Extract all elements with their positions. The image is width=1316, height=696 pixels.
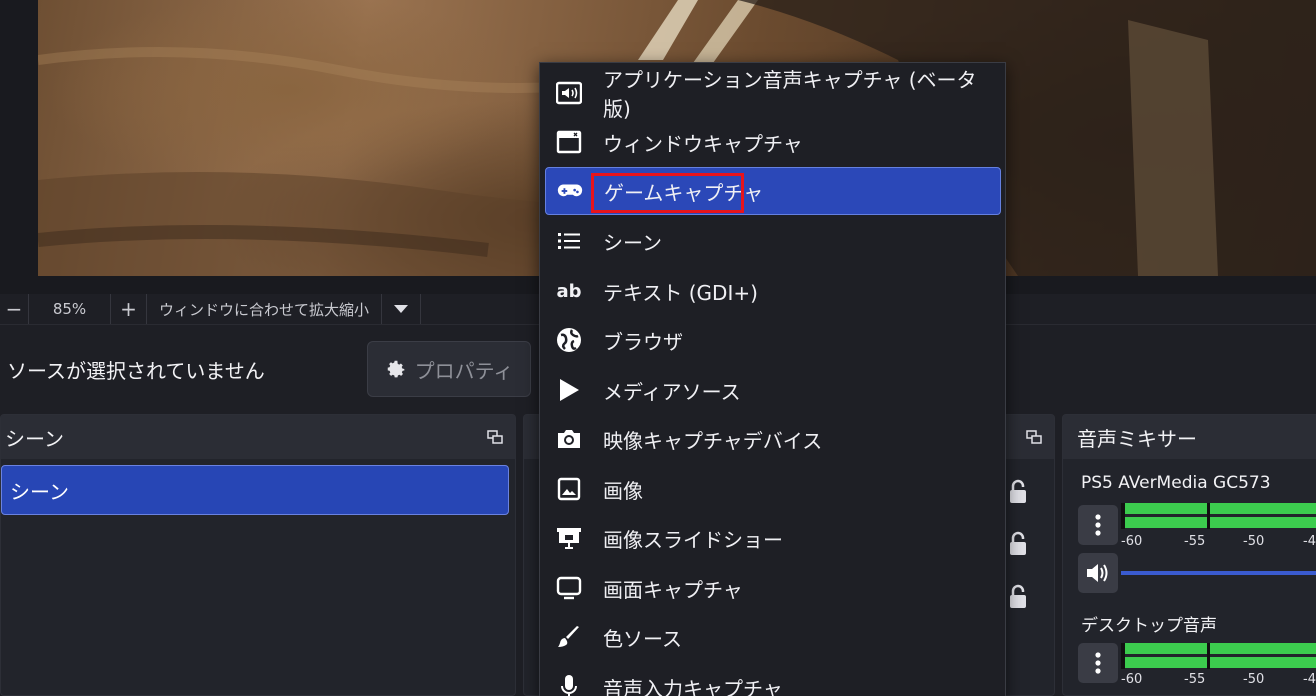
speaker-icon xyxy=(1087,564,1108,582)
tick-label: -55 xyxy=(1184,672,1206,687)
tick-label: -50 xyxy=(1243,534,1265,549)
tick-label: -55 xyxy=(1184,534,1206,549)
float-dock-icon[interactable] xyxy=(487,430,503,444)
annotation-highlight xyxy=(591,173,744,213)
meter-peak xyxy=(1207,503,1210,529)
add-source-menu: アプリケーション音声キャプチャ (ベータ版) ウィンドウキャプチャ ゲームキャプ… xyxy=(539,62,1006,696)
monitor-icon xyxy=(556,576,582,600)
mute-button[interactable] xyxy=(1078,553,1118,593)
kebab-menu-icon xyxy=(1095,652,1101,674)
channel-menu-button[interactable] xyxy=(1078,505,1118,545)
menu-item-app-audio-capture[interactable]: アプリケーション音声キャプチャ (ベータ版) xyxy=(545,68,1001,121)
play-icon xyxy=(560,379,579,401)
properties-button[interactable]: プロパティ xyxy=(367,341,531,397)
menu-item-media-source[interactable]: メディアソース xyxy=(545,366,1001,414)
zoom-out-button[interactable]: − xyxy=(0,294,28,324)
menu-item-text[interactable]: ab テキスト (GDI+) xyxy=(545,267,1001,315)
scenes-dock: シーン シーン xyxy=(0,414,516,696)
scene-list-item[interactable]: シーン xyxy=(1,465,509,515)
menu-item-label: テキスト (GDI+) xyxy=(603,280,758,305)
menu-item-audio-input-capture[interactable]: 音声入力キャプチャ xyxy=(545,663,1001,696)
menu-item-label: 画像 xyxy=(603,478,643,503)
text-ab-icon: ab xyxy=(556,280,582,302)
menu-item-label: 画像スライドショー xyxy=(603,527,783,552)
menu-item-label: 映像キャプチャデバイス xyxy=(603,428,823,453)
menu-item-label: シーン xyxy=(603,230,662,255)
lock-icon[interactable] xyxy=(1007,531,1029,557)
image-icon xyxy=(557,477,581,501)
properties-label: プロパティ xyxy=(414,358,514,383)
menu-item-label: ブラウザ xyxy=(603,329,683,354)
meter-bar xyxy=(1121,517,1316,528)
audio-mixer-dock: 音声ミキサー PS5 AVerMedia GC573 -60 -55 -50 -… xyxy=(1062,414,1316,696)
slideshow-icon xyxy=(557,528,581,549)
menu-item-scene[interactable]: シーン xyxy=(545,217,1001,265)
menu-item-image-slideshow[interactable]: 画像スライドショー xyxy=(545,514,1001,562)
scenes-title: シーン xyxy=(5,426,64,451)
preview-left-strip xyxy=(0,0,38,294)
scenes-header: シーン xyxy=(1,415,515,459)
lock-icon[interactable] xyxy=(1007,584,1029,610)
zoom-in-button[interactable]: + xyxy=(110,294,146,324)
tick-label: -60 xyxy=(1121,672,1143,687)
volume-slider[interactable] xyxy=(1121,571,1316,575)
window-icon xyxy=(556,130,582,154)
camera-icon xyxy=(558,430,580,448)
menu-item-color-source[interactable]: 色ソース xyxy=(545,613,1001,661)
lock-icon[interactable] xyxy=(1007,479,1029,505)
mixer-title: 音声ミキサー xyxy=(1077,426,1197,451)
meter-bar xyxy=(1121,657,1316,668)
audio-meter xyxy=(1121,503,1316,529)
list-icon xyxy=(558,233,580,249)
channel-name: PS5 AVerMedia GC573 xyxy=(1081,473,1271,493)
meter-bar xyxy=(1121,503,1316,514)
menu-item-window-capture[interactable]: ウィンドウキャプチャ xyxy=(545,118,1001,166)
menu-item-label: 音声入力キャプチャ xyxy=(603,676,783,696)
channel-menu-button[interactable] xyxy=(1078,643,1118,683)
float-dock-icon[interactable] xyxy=(1026,430,1042,444)
kebab-menu-icon xyxy=(1095,514,1101,536)
gamepad-icon xyxy=(557,184,583,197)
meter-peak xyxy=(1121,503,1125,529)
mic-icon xyxy=(561,675,577,696)
menu-item-display-capture[interactable]: 画面キャプチャ xyxy=(545,564,1001,612)
audio-meter xyxy=(1121,643,1316,669)
menu-item-label: メディアソース xyxy=(603,379,741,404)
menu-item-label: アプリケーション音声キャプチャ (ベータ版) xyxy=(603,68,977,121)
mixer-header: 音声ミキサー xyxy=(1063,415,1316,459)
chevron-down-icon xyxy=(394,305,409,313)
menu-item-image[interactable]: 画像 xyxy=(545,465,1001,513)
zoom-level: 85% xyxy=(28,294,110,324)
scene-item-label: シーン xyxy=(10,479,69,504)
no-source-label: ソースが選択されていません xyxy=(7,359,265,383)
zoom-dropdown-button[interactable] xyxy=(381,294,422,324)
tick-label: -60 xyxy=(1121,534,1143,549)
tick-label: -50 xyxy=(1243,672,1265,687)
meter-bar xyxy=(1121,643,1316,654)
menu-item-label: ウィンドウキャプチャ xyxy=(603,131,803,156)
meter-peak xyxy=(1207,643,1210,669)
app-audio-icon xyxy=(556,81,582,105)
meter-peak xyxy=(1121,643,1125,669)
menu-item-video-capture-device[interactable]: 映像キャプチャデバイス xyxy=(545,415,1001,463)
channel-name: デスクトップ音声 xyxy=(1081,616,1217,636)
tick-label: -45 xyxy=(1303,534,1316,549)
menu-item-label: 画面キャプチャ xyxy=(603,577,743,602)
gear-icon xyxy=(387,360,405,378)
fit-window-label[interactable]: ウィンドウに合わせて拡大縮小 xyxy=(146,294,381,324)
tick-label: -45 xyxy=(1303,672,1316,687)
brush-icon xyxy=(558,626,579,647)
menu-item-label: 色ソース xyxy=(603,626,682,651)
menu-item-browser[interactable]: ブラウザ xyxy=(545,316,1001,364)
globe-icon xyxy=(557,328,581,352)
